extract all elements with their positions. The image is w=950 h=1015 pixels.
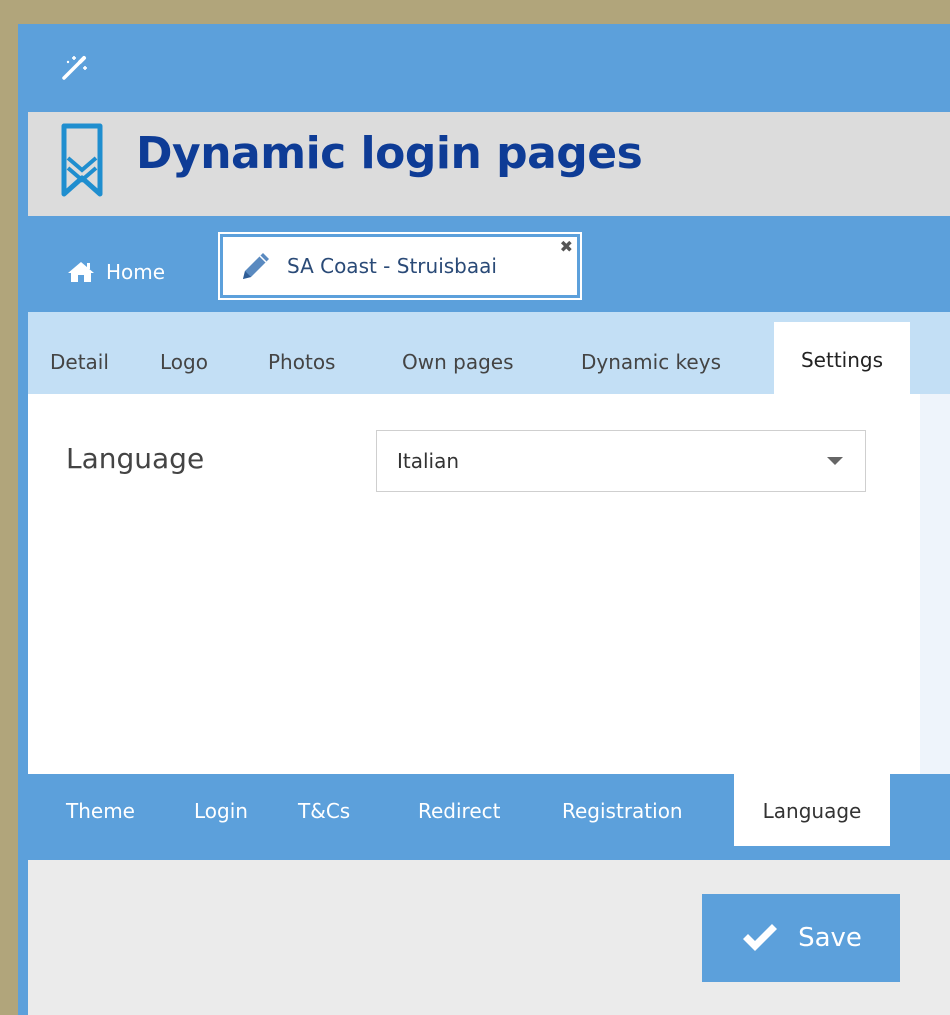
tab-settings[interactable]: Settings: [774, 322, 910, 394]
subtab-redirect[interactable]: Redirect: [418, 774, 500, 846]
settings-panel: Language Italian: [28, 394, 920, 774]
document-tab[interactable]: SA Coast - Struisbaai ✖: [218, 232, 582, 300]
subtab-theme[interactable]: Theme: [66, 774, 135, 846]
tab-dynamic-keys[interactable]: Dynamic keys: [581, 330, 721, 394]
save-button-label: Save: [798, 923, 862, 953]
app-window: Dynamic login pages Home SA Coast - Stru…: [18, 24, 950, 1015]
caret-down-icon: [827, 457, 843, 465]
home-tab-label: Home: [106, 260, 166, 284]
document-tab-label: SA Coast - Struisbaai: [287, 254, 497, 278]
bookmark-logo-icon: [61, 123, 103, 197]
top-bar: [18, 24, 950, 112]
tab-logo[interactable]: Logo: [160, 330, 208, 394]
magic-wand-icon[interactable]: [60, 52, 90, 82]
checkmark-icon: [743, 924, 778, 951]
save-button[interactable]: Save: [702, 894, 900, 982]
language-select-value: Italian: [397, 449, 460, 473]
page-title: Dynamic login pages: [136, 128, 643, 179]
panel-right-gutter: [920, 394, 950, 774]
pencil-icon: [243, 253, 269, 279]
tab-own-pages[interactable]: Own pages: [402, 330, 514, 394]
language-label: Language: [66, 442, 205, 475]
language-select[interactable]: Italian: [376, 430, 866, 492]
close-icon[interactable]: ✖: [560, 239, 573, 255]
nav-bar: Home SA Coast - Struisbaai ✖: [28, 216, 950, 312]
footer-bar: Save: [28, 860, 950, 1015]
subtab-login[interactable]: Login: [194, 774, 248, 846]
home-icon: [68, 262, 94, 282]
title-bar: Dynamic login pages: [28, 112, 950, 216]
tab-detail[interactable]: Detail: [50, 330, 109, 394]
home-tab[interactable]: Home: [66, 252, 165, 292]
subtab-language[interactable]: Language: [734, 774, 890, 846]
subtab-tcs[interactable]: T&Cs: [298, 774, 350, 846]
tab-photos[interactable]: Photos: [268, 330, 335, 394]
settings-subtabs: Theme Login T&Cs Redirect Registration L…: [28, 774, 950, 860]
settings-tabstrip: Detail Logo Photos Own pages Dynamic key…: [28, 312, 950, 394]
subtab-registration[interactable]: Registration: [562, 774, 683, 846]
